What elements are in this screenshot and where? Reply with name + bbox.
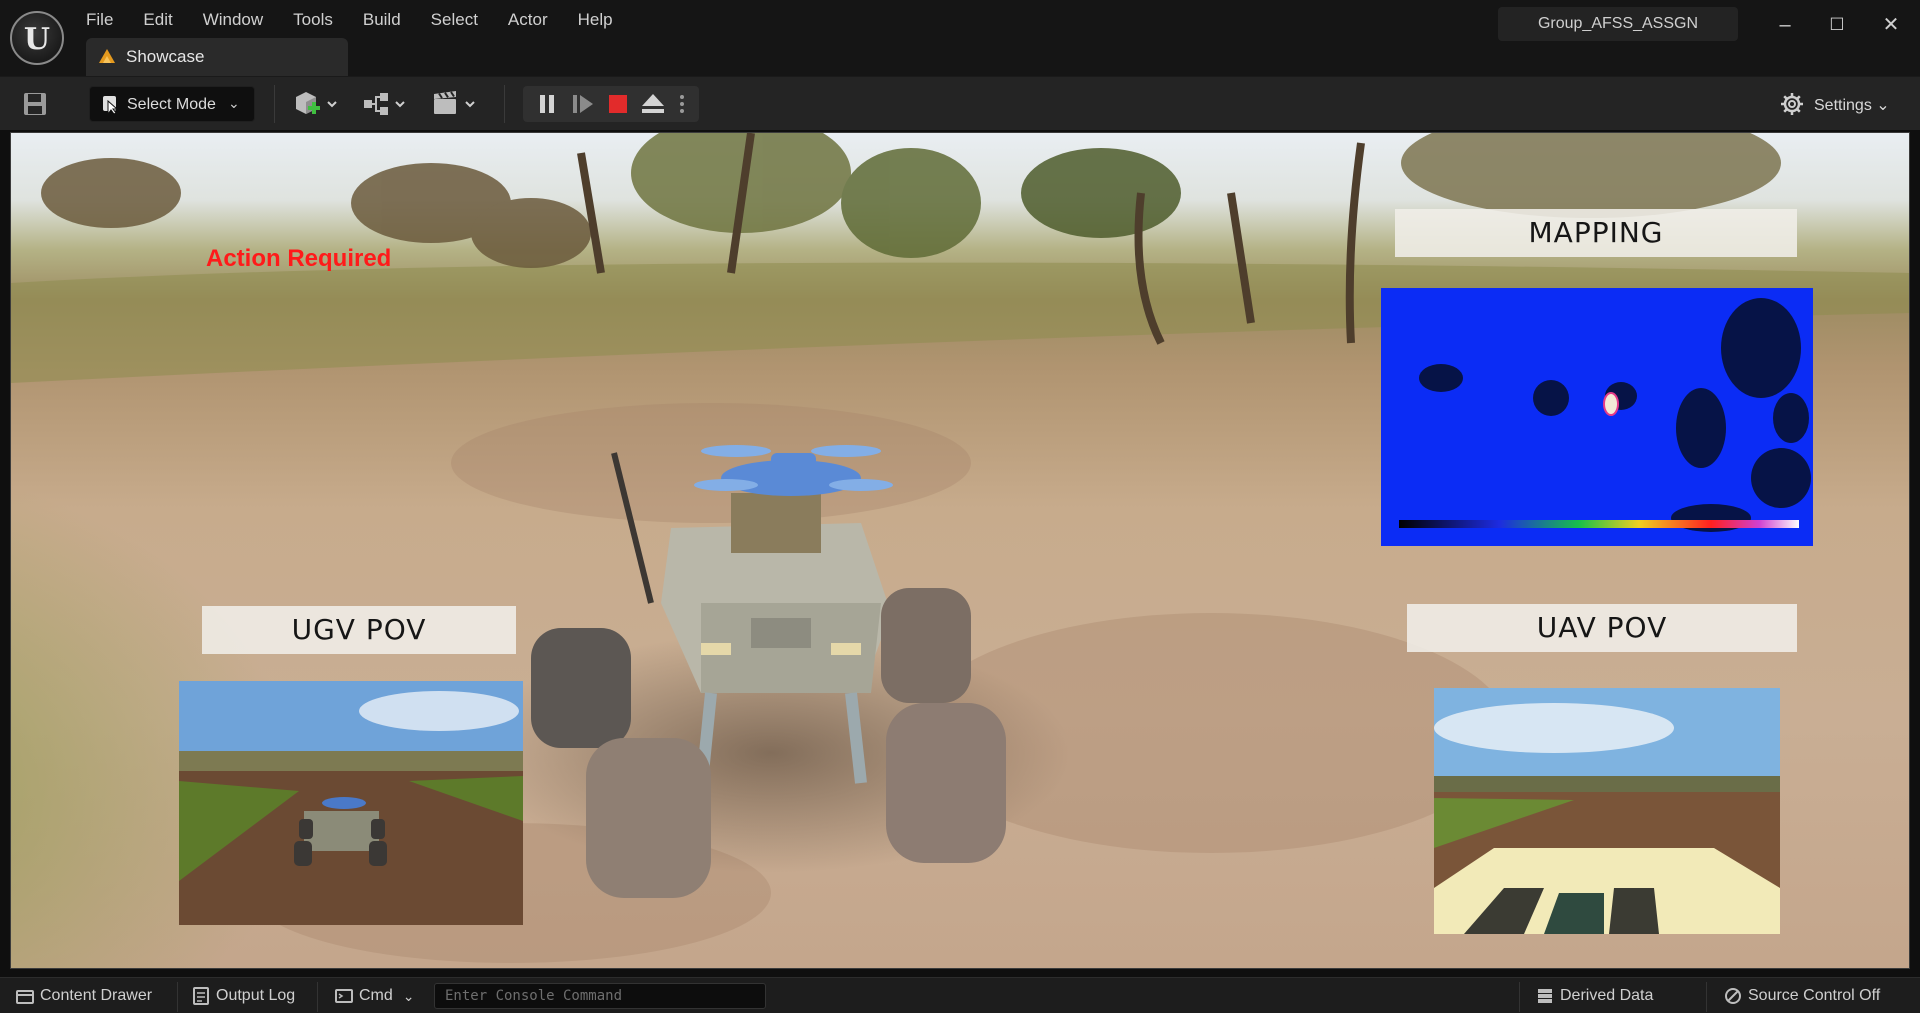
menu-tools[interactable]: Tools	[293, 8, 333, 32]
occupancy-map	[1399, 298, 1811, 532]
chevron-down-icon: ⌄	[228, 95, 240, 111]
terminal-icon	[335, 989, 353, 1003]
console-command-field[interactable]	[434, 983, 766, 1009]
ugv-pov-label: UGV POV	[202, 606, 516, 654]
main-toolbar: Select Mode ⌄ Settings ⌄	[0, 76, 1920, 130]
close-button[interactable]: ✕	[1876, 10, 1906, 40]
mapping-label: MAPPING	[1395, 209, 1797, 257]
output-log-icon	[193, 987, 209, 1005]
settings-label: Settings ⌄	[1814, 97, 1890, 114]
maximize-button[interactable]: ☐	[1822, 10, 1852, 40]
status-divider	[1519, 982, 1520, 1012]
select-mode-label: Select Mode	[127, 96, 216, 113]
output-log-label: Output Log	[216, 987, 296, 1004]
skip-frame-icon[interactable]	[572, 94, 594, 114]
uav-pov-label: UAV POV	[1407, 604, 1797, 652]
add-actor-icon[interactable]	[294, 89, 342, 119]
status-divider	[177, 982, 178, 1012]
pause-icon[interactable]	[537, 94, 557, 114]
save-icon[interactable]	[22, 91, 48, 117]
uav-camera-view	[1434, 688, 1780, 934]
menu-edit[interactable]: Edit	[143, 8, 172, 32]
status-divider	[317, 982, 318, 1012]
uav-camera-feed	[1434, 688, 1780, 934]
output-log-button[interactable]: Output Log	[192, 978, 295, 1013]
source-control-button[interactable]: Source Control Off	[1724, 978, 1880, 1013]
title-bar: U File Edit Window Tools Build Select Ac…	[0, 0, 1920, 76]
more-options-icon[interactable]	[678, 94, 686, 114]
console-input[interactable]	[435, 984, 765, 1008]
source-control-label: Source Control Off	[1748, 987, 1881, 1004]
menu-actor[interactable]: Actor	[508, 8, 548, 32]
minimize-button[interactable]: –	[1770, 10, 1800, 40]
unreal-engine-logo[interactable]: U	[10, 11, 64, 65]
menu-select[interactable]: Select	[431, 8, 478, 32]
content-drawer-icon	[16, 990, 34, 1004]
menu-file[interactable]: File	[86, 8, 113, 32]
project-name: Group_AFSS_ASSGN	[1498, 7, 1738, 41]
toolbar-divider	[274, 85, 275, 123]
menu-build[interactable]: Build	[363, 8, 401, 32]
menu-help[interactable]: Help	[578, 8, 613, 32]
ugv-camera-feed	[179, 681, 523, 925]
action-required-warning: Action Required	[206, 245, 392, 272]
tab-label: Showcase	[126, 47, 205, 66]
derived-data-button[interactable]: Derived Data	[1536, 978, 1653, 1013]
content-drawer-button[interactable]: Content Drawer	[16, 978, 152, 1013]
cinematics-icon[interactable]	[432, 89, 480, 119]
mapping-view	[1381, 288, 1813, 546]
status-bar: Content Drawer Output Log Cmd ⌄ Derived …	[0, 977, 1920, 1013]
tab-showcase[interactable]: Showcase	[86, 38, 348, 76]
menu-bar: File Edit Window Tools Build Select Acto…	[86, 8, 643, 32]
derived-data-icon	[1538, 989, 1552, 1003]
cmd-label: Cmd	[359, 987, 393, 1004]
select-mode-dropdown[interactable]: Select Mode ⌄	[89, 86, 255, 122]
derived-data-label: Derived Data	[1560, 987, 1654, 1004]
cmd-dropdown[interactable]: Cmd ⌄	[335, 978, 415, 1013]
eject-icon[interactable]	[641, 93, 665, 115]
level-icon	[99, 49, 115, 63]
source-control-off-icon	[1725, 988, 1741, 1004]
chevron-down-icon: ⌄	[402, 987, 415, 1004]
blueprint-icon[interactable]	[362, 89, 410, 119]
toolbar-divider	[504, 85, 505, 123]
status-divider	[1706, 982, 1707, 1012]
gear-icon	[1781, 93, 1803, 115]
play-controls	[523, 86, 699, 122]
ugv-camera-view	[179, 681, 523, 925]
level-viewport[interactable]: Action Required MAPPING UGV POV UAV POV	[10, 132, 1910, 969]
select-arrow-icon	[103, 96, 119, 115]
stop-icon[interactable]	[608, 94, 628, 114]
menu-window[interactable]: Window	[203, 8, 263, 32]
content-drawer-label: Content Drawer	[40, 987, 153, 1004]
